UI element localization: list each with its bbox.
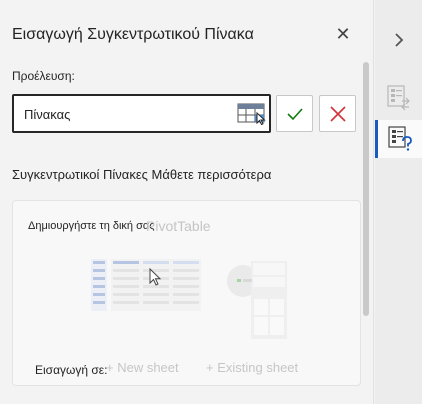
pane-title: Εισαγωγή Συγκεντρωτικού Πίνακα (12, 26, 254, 43)
checkmark-icon (287, 108, 303, 121)
pane-scrollbar[interactable] (363, 62, 369, 316)
card-title: Δημιουργήστε τη δική σας PivotTable (28, 218, 211, 234)
x-icon (330, 106, 346, 122)
pivot-fields-icon[interactable] (385, 84, 413, 112)
confirm-button[interactable] (276, 95, 313, 132)
card-title-pivottable: PivotTable (146, 218, 211, 234)
insert-to-label: Εισαγωγή σε: (35, 363, 108, 377)
pivot-tables-heading: Συγκεντρωτικοί Πίνακες Μάθετε περισσότερ… (12, 167, 272, 182)
create-own-pivot-card[interactable]: Δημιουργήστε τη δική σας PivotTable Εισα… (12, 200, 361, 386)
card-title-text: Δημιουργήστε τη δική σας (28, 220, 155, 232)
cancel-button[interactable] (319, 95, 356, 132)
source-input[interactable]: Πίνακας (12, 94, 271, 133)
pivot-illustration (91, 259, 287, 339)
close-icon[interactable]: ✕ (332, 24, 354, 46)
side-rail (375, 0, 422, 404)
chevron-right-icon[interactable] (389, 30, 409, 50)
pivot-help-icon[interactable] (375, 120, 422, 158)
new-sheet-option[interactable]: + New sheet (106, 360, 179, 375)
source-label: Προέλευση: (12, 69, 75, 83)
table-range-picker-icon[interactable] (237, 103, 267, 126)
pivot-table-pane: Εισαγωγή Συγκεντρωτικού Πίνακα ✕ Προέλευ… (0, 0, 374, 404)
source-input-value: Πίνακας (24, 107, 71, 122)
existing-sheet-option[interactable]: + Existing sheet (206, 360, 298, 375)
